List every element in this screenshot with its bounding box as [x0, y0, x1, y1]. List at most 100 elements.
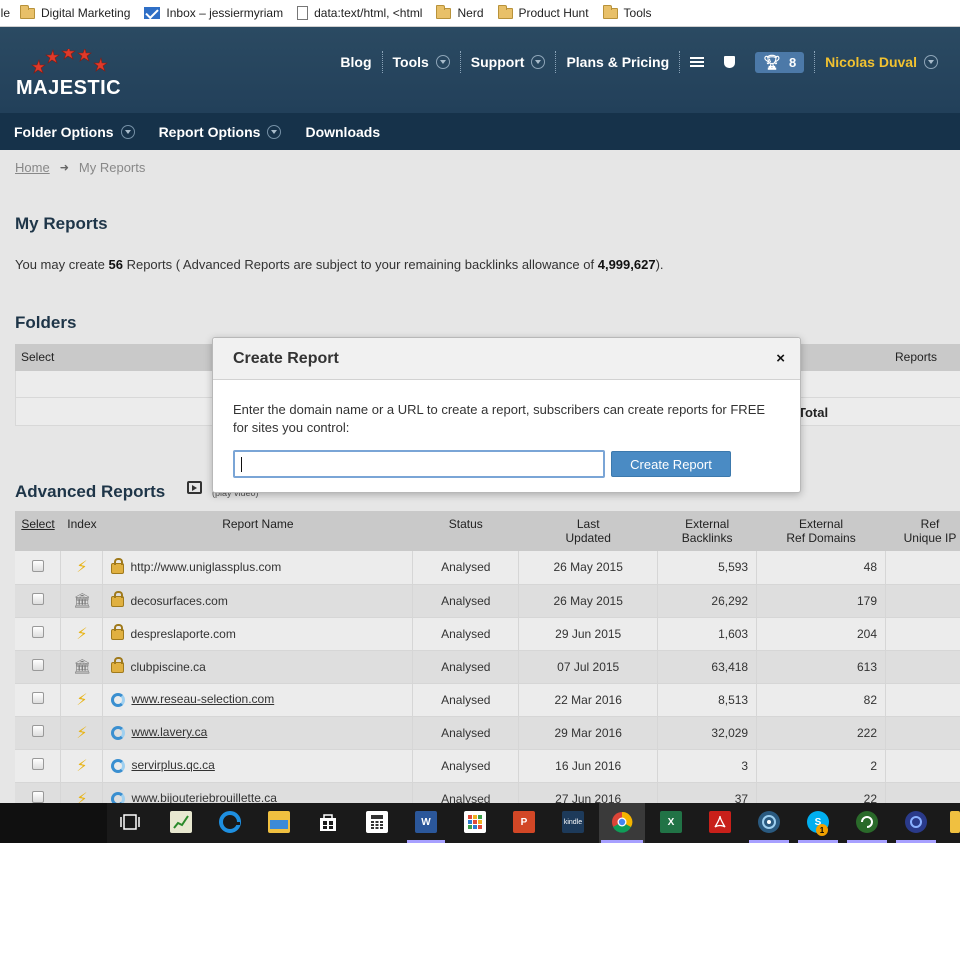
advanced-reports-title: Advanced Reports: [15, 482, 166, 501]
word-icon[interactable]: W: [415, 811, 437, 833]
row-report-name-cell[interactable]: servirplus.qc.ca: [102, 749, 414, 783]
report-options-menu[interactable]: Report Options: [145, 124, 282, 140]
app-running-indicator: [847, 840, 887, 843]
acrobat-icon[interactable]: [709, 811, 731, 833]
bookmark-label: data:text/html, <html: [314, 6, 423, 20]
bookmark-data-html[interactable]: data:text/html, <html: [297, 6, 422, 20]
downloads-link[interactable]: Downloads: [291, 124, 380, 140]
breadcrumb-home[interactable]: Home: [15, 160, 50, 175]
row-report-name-cell[interactable]: http://www.uniglassplus.com: [102, 551, 414, 585]
row-checkbox[interactable]: [31, 791, 44, 803]
excel-icon[interactable]: X: [660, 811, 682, 833]
row-checkbox[interactable]: [31, 659, 44, 671]
row-checkbox[interactable]: [31, 692, 44, 704]
close-icon[interactable]: ×: [776, 350, 785, 367]
report-name[interactable]: www.reseau-selection.com: [131, 692, 274, 706]
play-video-icon[interactable]: [187, 481, 202, 494]
bookmark-label: Product Hunt: [518, 6, 589, 20]
row-checkbox[interactable]: [31, 559, 44, 572]
intro-count: 56: [108, 257, 123, 272]
powerpoint-icon[interactable]: P: [513, 811, 535, 833]
task-view-icon[interactable]: [119, 811, 141, 833]
taskbar-start-area[interactable]: [0, 803, 107, 843]
chevron-down-icon: [435, 55, 450, 69]
nav-support[interactable]: Support: [459, 51, 556, 73]
chrome-icon[interactable]: [611, 811, 633, 833]
edge-icon[interactable]: [219, 811, 241, 833]
app-icon[interactable]: [950, 811, 960, 833]
row-checkbox[interactable]: [31, 725, 44, 737]
user-name: Nicolas Duval: [825, 54, 917, 70]
bookmark-tools[interactable]: Tools: [602, 4, 652, 20]
row-checkbox[interactable]: [31, 626, 44, 638]
bookmark-truncated[interactable]: ile: [0, 6, 10, 20]
notepad-icon[interactable]: [170, 811, 192, 833]
bookmark-product-hunt[interactable]: Product Hunt: [497, 4, 589, 20]
nav-trophies[interactable]: 🏆︎ 8: [745, 51, 814, 73]
row-report-name-cell[interactable]: www.lavery.ca: [102, 716, 414, 750]
bookmarks-bar: ile Digital Marketing Inbox – jessiermyr…: [0, 0, 960, 27]
report-name[interactable]: www.lavery.ca: [131, 725, 207, 739]
report-name[interactable]: despreslaporte.com: [130, 627, 235, 641]
row-select-cell[interactable]: [15, 584, 62, 618]
row-select-cell[interactable]: [15, 749, 62, 783]
report-name[interactable]: http://www.uniglassplus.com: [130, 560, 281, 574]
row-checkbox[interactable]: [31, 758, 44, 770]
row-select-cell[interactable]: [15, 716, 62, 750]
app-icon[interactable]: [905, 811, 927, 833]
col-select[interactable]: Select: [15, 511, 61, 551]
nav-list[interactable]: [679, 51, 714, 73]
domain-url-input[interactable]: [233, 450, 605, 478]
app-icon[interactable]: [758, 811, 780, 833]
folders-col-select: Select: [21, 350, 55, 364]
row-external-ref-domains: 204: [756, 617, 886, 651]
nav-bucket[interactable]: [714, 51, 745, 73]
row-select-cell[interactable]: [15, 683, 62, 717]
list-icon: [690, 56, 705, 68]
row-index-cell: ⚡︎: [60, 617, 104, 651]
nav-blog[interactable]: Blog: [330, 51, 381, 73]
row-checkbox[interactable]: [31, 593, 44, 605]
row-report-name-cell[interactable]: decosurfaces.com: [102, 584, 414, 618]
report-name[interactable]: clubpiscine.ca: [130, 660, 205, 674]
apps-icon[interactable]: [464, 811, 486, 833]
bookmark-inbox[interactable]: Inbox – jessiermyriam: [144, 6, 283, 20]
file-explorer-icon[interactable]: [268, 811, 290, 833]
create-report-button[interactable]: Create Report: [611, 451, 731, 477]
report-name[interactable]: servirplus.qc.ca: [131, 758, 214, 772]
calculator-icon[interactable]: [366, 811, 388, 833]
bookmark-label: Inbox – jessiermyriam: [166, 6, 284, 20]
folder-icon: [20, 4, 36, 19]
bookmark-nerd[interactable]: Nerd: [436, 4, 484, 20]
app-icon[interactable]: [856, 811, 878, 833]
nav-user[interactable]: Nicolas Duval: [814, 51, 960, 73]
intro-mid: Reports ( Advanced Reports are subject t…: [126, 257, 595, 272]
col-status: Status: [412, 511, 519, 551]
report-name[interactable]: decosurfaces.com: [130, 594, 227, 608]
folder-options-menu[interactable]: Folder Options: [0, 124, 135, 140]
row-status: Analysed: [412, 716, 520, 750]
row-select-cell[interactable]: [15, 617, 62, 651]
bank-icon: 🏛︎: [73, 592, 91, 608]
lock-icon: [111, 590, 125, 607]
bookmark-digital-marketing[interactable]: Digital Marketing: [20, 4, 130, 20]
row-status: Analysed: [412, 617, 520, 651]
modal-title: Create Report: [233, 350, 339, 367]
row-external-backlinks: 5,593: [657, 551, 758, 585]
nav-plans-pricing[interactable]: Plans & Pricing: [555, 51, 679, 73]
row-select-cell[interactable]: [15, 551, 62, 585]
row-report-name-cell[interactable]: www.reseau-selection.com: [102, 683, 414, 717]
trophy-count: 8: [788, 54, 797, 70]
store-icon[interactable]: [317, 811, 339, 833]
row-external-backlinks: 3: [657, 749, 758, 783]
select-all-link[interactable]: Select: [21, 517, 54, 531]
row-report-name-cell[interactable]: clubpiscine.ca: [102, 650, 414, 684]
row-select-cell[interactable]: [15, 650, 62, 684]
row-report-name-cell[interactable]: despreslaporte.com: [102, 617, 414, 651]
text-caret: [241, 457, 242, 472]
intro-prefix: You may create: [15, 257, 105, 272]
kindle-icon[interactable]: kindle: [562, 811, 584, 833]
trophy-badge: 🏆︎ 8: [755, 51, 805, 73]
row-index-cell: 🏛︎: [60, 650, 104, 684]
nav-tools[interactable]: Tools: [381, 51, 460, 73]
